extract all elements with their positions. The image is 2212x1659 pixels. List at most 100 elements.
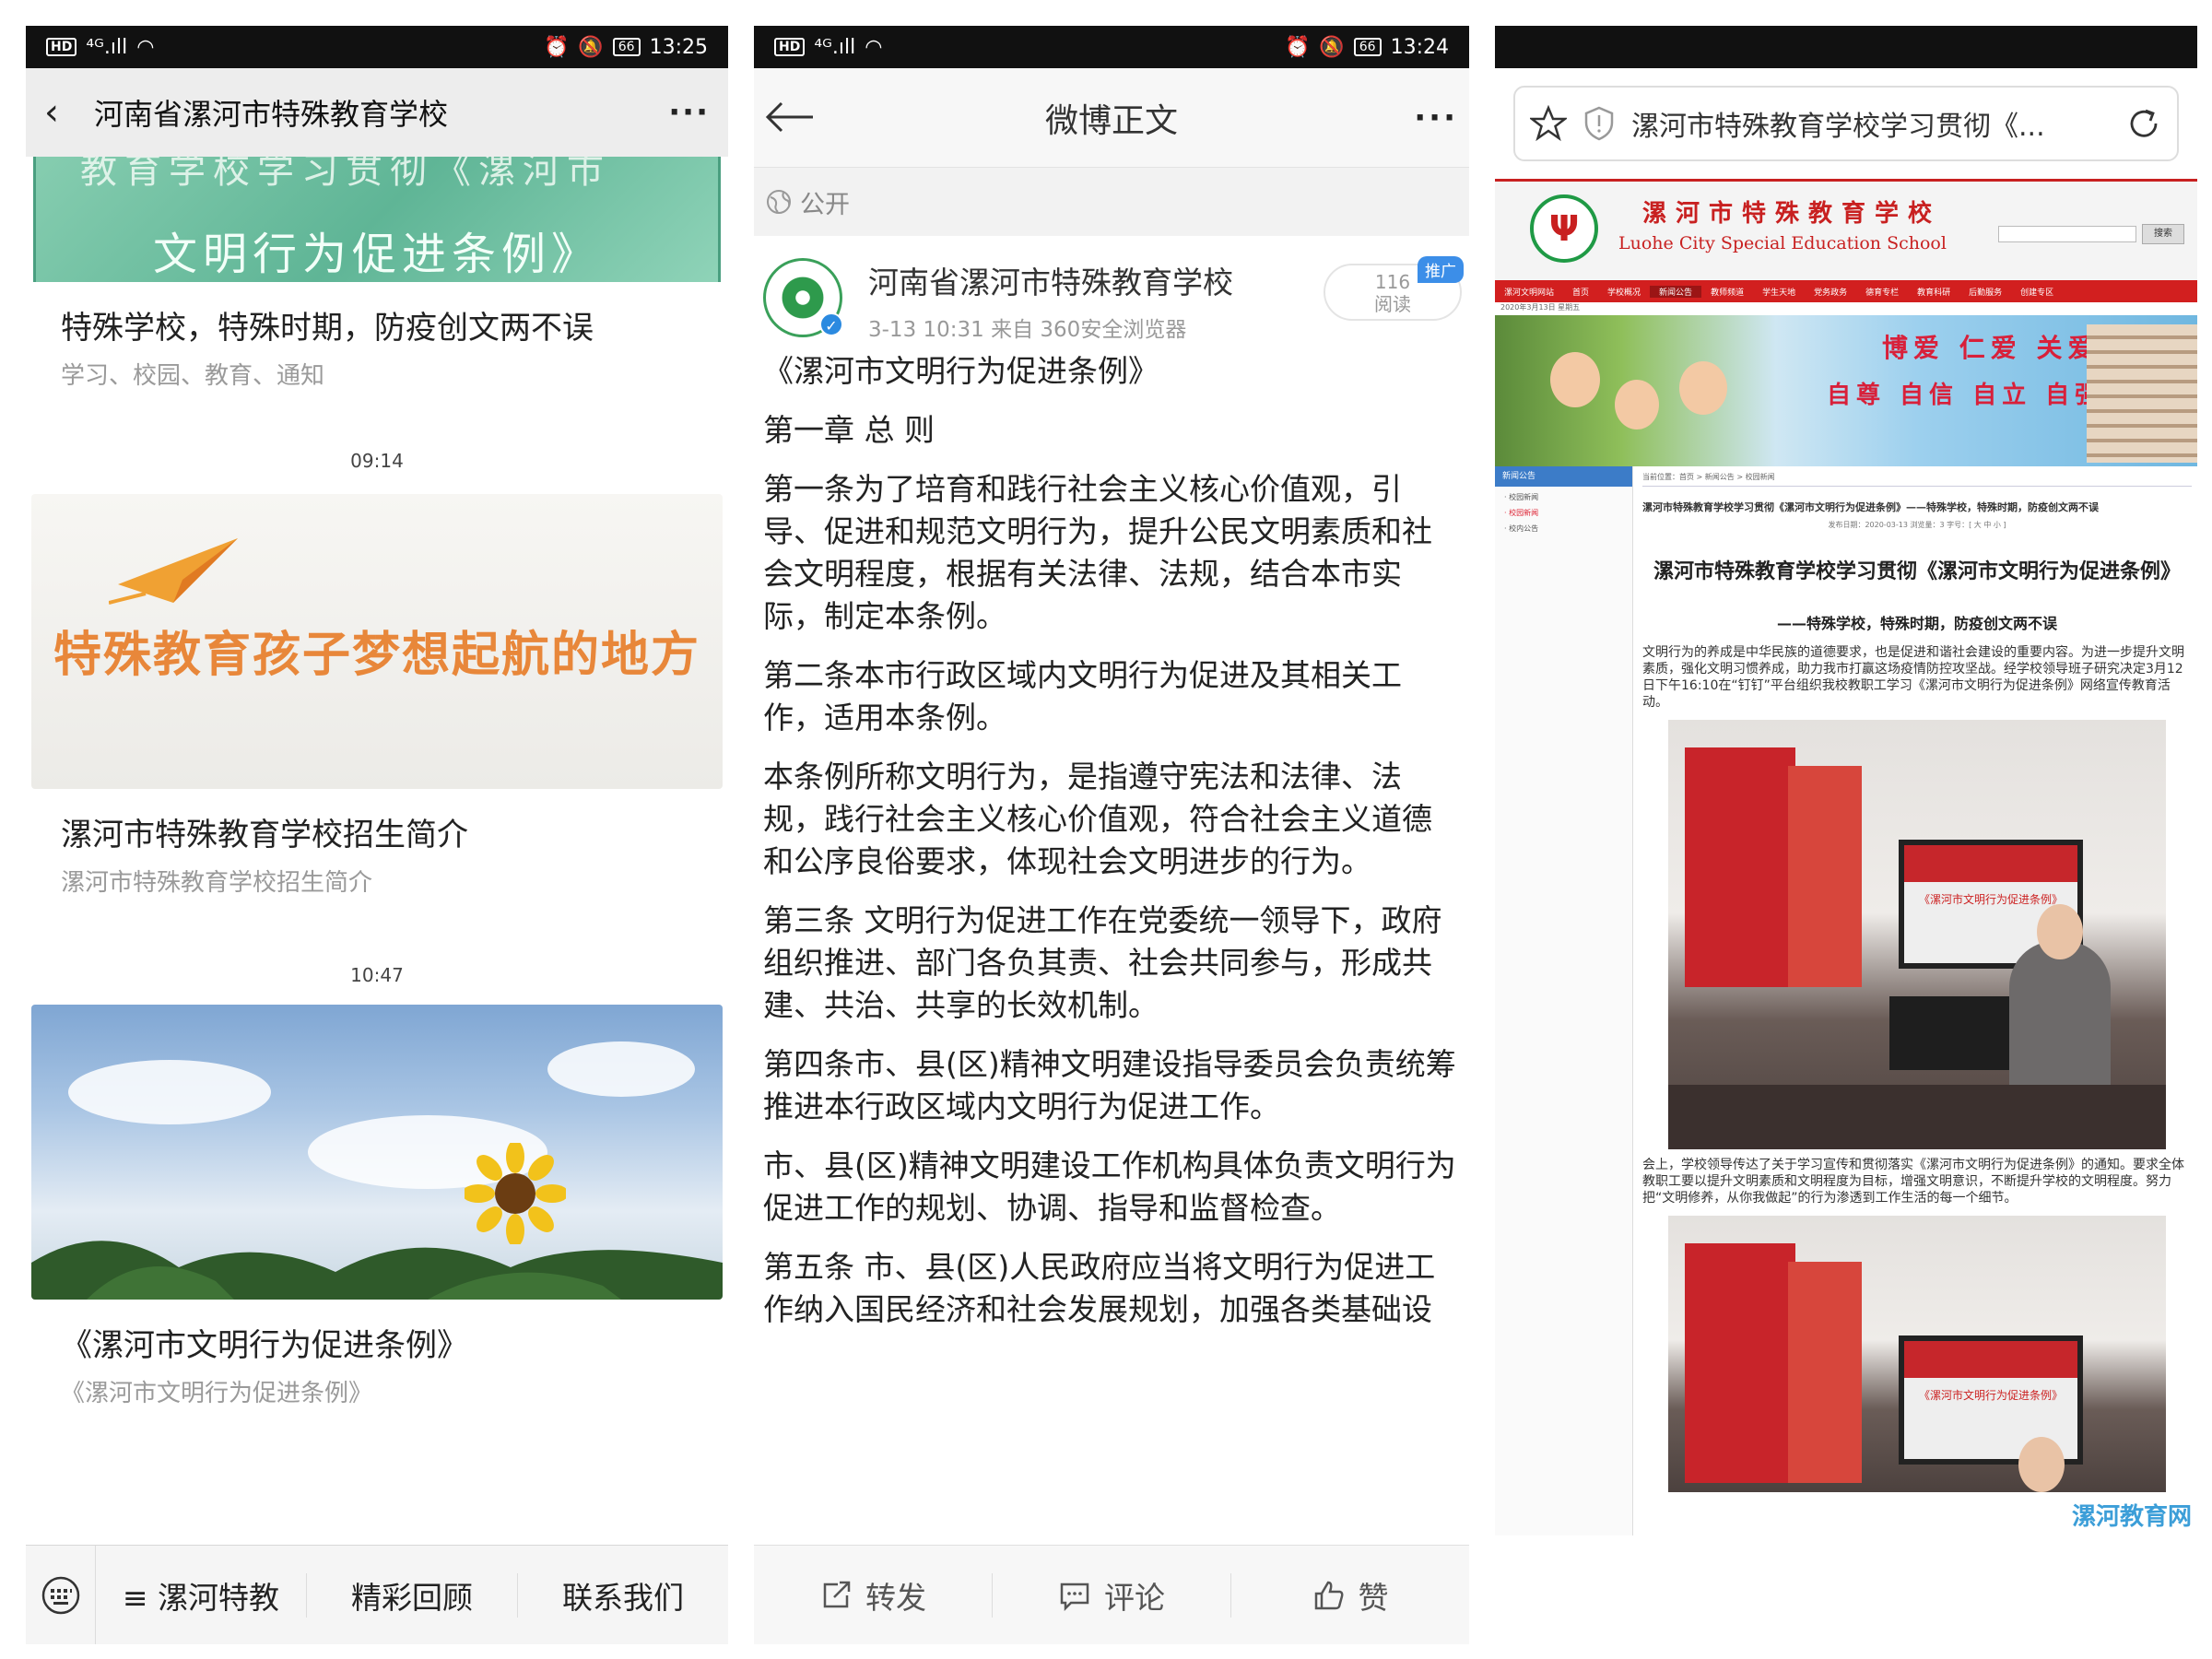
back-icon[interactable]: ‹ (44, 91, 81, 134)
nav-item[interactable]: 教师频道 (1701, 286, 1753, 298)
site-search-button[interactable]: 搜索 (2142, 224, 2184, 244)
meeting-photo: 《漯河市文明行为促进条例》 (1668, 720, 2166, 1149)
sunflower-image[interactable] (31, 1005, 723, 1300)
nav-item[interactable]: 后勤服务 (1959, 286, 2011, 298)
site-left-nav: 新闻公告 · 校园新闻 · 校园新闻 · 校内公告 (1495, 466, 1633, 1535)
more-icon[interactable]: ··· (668, 94, 710, 131)
article-subtitle: 学习、校园、教育、通知 (61, 362, 325, 390)
site-article: 当前位置：首页 > 新闻公告 > 校园新闻 漯河市特殊教育学校学习贯彻《漯河市文… (1633, 466, 2197, 1535)
hd-icon: HD (774, 38, 806, 56)
weibo-header: 微博正文 ··· (754, 68, 1469, 168)
nav-item[interactable]: 首页 (1563, 286, 1598, 298)
article-title[interactable]: 特殊学校，特殊时期，防疫创文两不误 (26, 282, 728, 353)
post-paragraph: 第五条 市、县(区)人民政府应当将文明行为促进工作纳入国民经济和社会发展规划，加… (763, 1249, 1436, 1327)
article-banner-image[interactable]: 特殊教育孩子梦想起航的地方 (31, 494, 723, 789)
menu-tab-highlights[interactable]: 精彩回顾 (307, 1572, 518, 1618)
school-name-cn: 漯河市特殊教育学校 (1642, 200, 1942, 228)
meeting-photo: 《漯河市文明行为促进条例》 (1668, 1216, 2166, 1492)
red-display-board (1788, 1262, 1862, 1483)
globe-icon (767, 190, 791, 214)
post-header: ✓ 河南省漯河市特殊教育学校 3-13 10:31 来自 360安全浏览器 11… (754, 236, 1469, 343)
repost-button[interactable]: 转发 (754, 1572, 993, 1618)
post-action-bar: 转发 评论 赞 (754, 1545, 1469, 1644)
article-title: 漯河市特殊教育学校学习贯彻《漯河市文明行为促进条例》 (1653, 560, 2181, 583)
nav-item[interactable]: 漯河文明网站 (1495, 286, 1563, 298)
wifi-icon: ◠ (136, 35, 155, 59)
nav-item[interactable]: 教育科研 (1908, 286, 1959, 298)
school-building (2087, 324, 2197, 463)
verified-icon: ✓ (819, 312, 843, 336)
red-display-board (1788, 766, 1862, 987)
reload-icon[interactable] (2125, 105, 2162, 142)
school-name-en: Luohe City Special Education School (1618, 233, 1947, 253)
menu-tab-luohe-special-ed[interactable]: ≡ 漯河特教 (96, 1572, 307, 1618)
school-logo[interactable]: Ψ (1530, 194, 1598, 263)
star-icon[interactable] (1530, 105, 1567, 142)
person-head (2018, 1437, 2065, 1492)
address-bar[interactable]: 漯河市特殊教育学校学习贯彻《... (1513, 86, 2179, 161)
repost-icon (823, 1581, 851, 1607)
post-paragraph: 第三条 文明行为促进工作在党委统一领导下，政府组织推进、部门各负其责、社会共同参… (763, 902, 1442, 1023)
page-title-url[interactable]: 漯河市特殊教育学校学习贯彻《... (1631, 103, 2109, 144)
promote-badge[interactable]: 推广 (1418, 256, 1464, 283)
keyboard-icon[interactable] (26, 1546, 96, 1644)
left-nav-item[interactable]: · 校内公告 (1495, 518, 1632, 534)
sunflower-icon (465, 1143, 566, 1244)
site-search-input[interactable] (1998, 226, 2136, 242)
wechat-official-account-panel: HD ⁴ᴳ.ıll ◠ ⏰ 🔕 66 13:25 ‹ 河南省漯河市特殊教育学校 … (26, 26, 728, 1644)
alarm-icon: ⏰ (543, 35, 570, 59)
nav-item[interactable]: 党务政务 (1805, 286, 1856, 298)
watermark: 漯河教育网 (2071, 1503, 2192, 1531)
left-nav-item[interactable]: · 校园新闻 (1495, 487, 1632, 502)
signal-icon: ⁴ᴳ.ıll (814, 35, 856, 59)
site-content: 新闻公告 · 校园新闻 · 校园新闻 · 校内公告 当前位置：首页 > 新闻公告… (1495, 466, 2197, 1535)
status-bar: HD ⁴ᴳ.ıll ◠ ⏰ 🔕 66 13:24 (754, 26, 1469, 68)
chat-header: ‹ 河南省漯河市特殊教育学校 ··· (26, 68, 728, 157)
menu-tab-contact[interactable]: 联系我们 (518, 1573, 728, 1618)
post-body: 《漯河市文明行为促进条例》 第一章 总 则 第一条为了培育和践行社会主义核心价值… (754, 343, 1469, 1331)
cloud (547, 1041, 695, 1097)
nav-item[interactable]: 学生天地 (1753, 286, 1805, 298)
author-name[interactable]: 河南省漯河市特殊教育学校 (868, 258, 1233, 302)
article-subtitle: 《漯河市文明行为促进条例》 (61, 1380, 373, 1407)
visibility-row: 公开 (754, 168, 1469, 236)
nav-item[interactable]: 德育专栏 (1856, 286, 1908, 298)
thumbs-up-icon (1314, 1581, 1343, 1609)
nav-item[interactable]: 创建专区 (2011, 286, 2063, 298)
nav-item[interactable]: 新闻公告 (1650, 285, 1702, 298)
site-nav: 漯河文明网站 首页 学校概况 新闻公告 教师频道 学生天地 党务政务 德育专栏 … (1495, 280, 2197, 302)
back-arrow-icon[interactable] (765, 93, 830, 143)
read-label: 阅读 (1374, 293, 1411, 315)
sunflower-leaves (31, 1241, 723, 1300)
battery-icon: 66 (1353, 38, 1382, 56)
status-time: 13:24 (1390, 35, 1449, 59)
red-display-board (1685, 1243, 1795, 1483)
like-label: 赞 (1358, 1579, 1389, 1616)
post-paragraph: 第二条本市行政区域内文明行为促进及其相关工作，适用本条例。 (763, 657, 1402, 735)
article-title[interactable]: 《漯河市文明行为促进条例》 (26, 1300, 728, 1371)
banner-cut-text: 教育学校学习贯彻《漯河市 (80, 157, 611, 192)
paper-plane-icon (109, 538, 238, 605)
browser-panel: 漯河市特殊教育学校学习贯彻《... Ψ 漯河市特殊教育学校 Luohe City… (1495, 26, 2197, 1644)
banner-slogan: 特殊教育孩子梦想起航的地方 (53, 628, 700, 683)
comment-button[interactable]: 评论 (993, 1572, 1231, 1618)
article-paragraph: 会上，学校领导传达了关于学习宣传和贯彻落实《漯河市文明行为促进条例》的通知。要求… (1642, 1158, 2184, 1206)
browser-toolbar: 漯河市特殊教育学校学习贯彻《... (1495, 68, 2197, 179)
person-head (2037, 904, 2083, 959)
post-paragraph: 第一章 总 则 (763, 412, 935, 448)
laptop (1889, 996, 2009, 1070)
more-icon[interactable]: ··· (1394, 100, 1458, 136)
banner-main-text: 文明行为促进条例》 (152, 229, 601, 280)
like-button[interactable]: 赞 (1231, 1573, 1469, 1618)
repost-label: 转发 (865, 1579, 926, 1616)
avatar[interactable]: ✓ (763, 258, 843, 337)
status-time: 13:25 (649, 35, 708, 59)
post-paragraph: 第四条市、县(区)精神文明建设指导委员会负责统筹推进本行政区域内文明行为促进工作… (763, 1046, 1456, 1124)
shield-icon[interactable] (1583, 106, 1615, 141)
nav-item[interactable]: 学校概况 (1598, 286, 1650, 298)
post-paragraph: 第一条为了培育和践行社会主义核心价值观，引导、促进和规范文明行为，提升公民文明素… (763, 471, 1432, 634)
article-banner-image[interactable]: 教育学校学习贯彻《漯河市 文明行为促进条例》 (33, 157, 721, 282)
article-title[interactable]: 漯河市特殊教育学校招生简介 (26, 789, 728, 860)
article-head: 漯河市特殊教育学校学习贯彻《漯河市文明行为促进条例》——特殊学校，特殊时期，防疫… (1642, 501, 2099, 513)
left-nav-item[interactable]: · 校园新闻 (1495, 502, 1632, 518)
